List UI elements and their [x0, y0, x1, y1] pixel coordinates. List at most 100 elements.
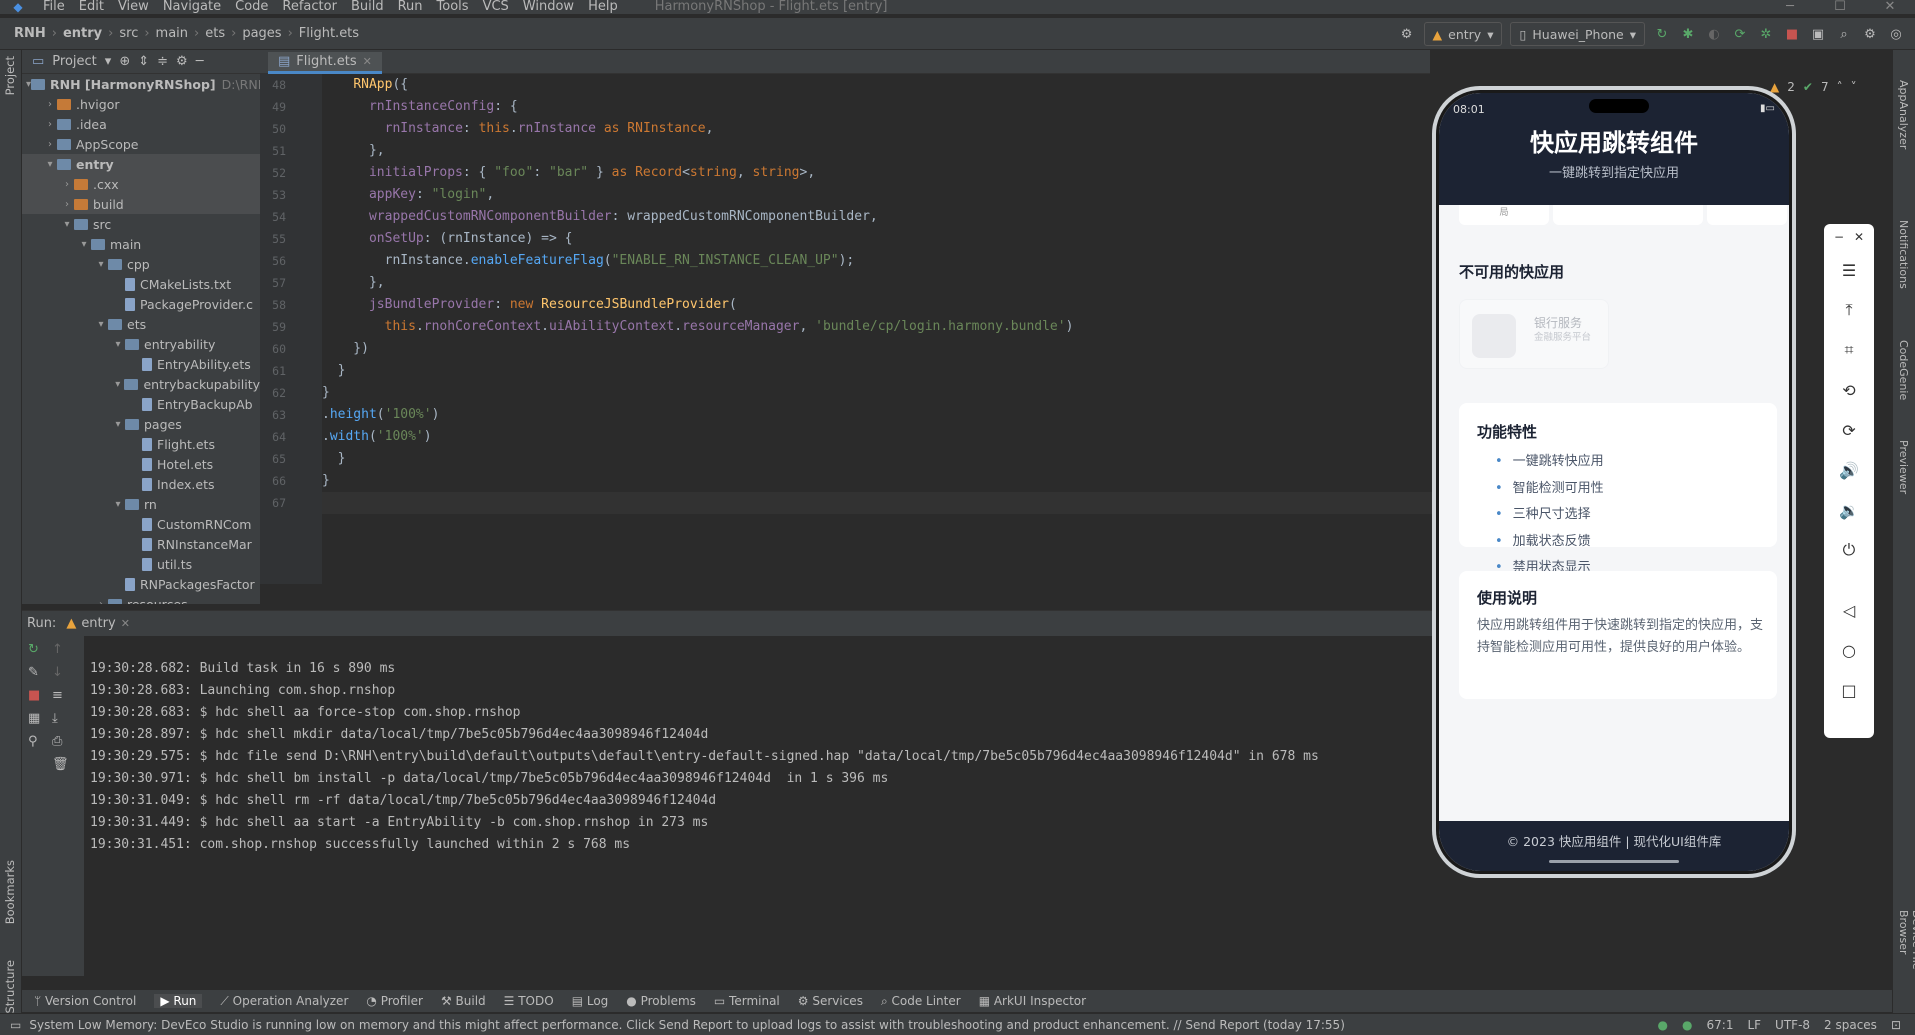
tree-item[interactable]: › resources [22, 594, 260, 604]
caret-position[interactable]: 67:1 [1707, 1018, 1734, 1032]
hide-icon[interactable]: ─ [196, 54, 204, 69]
menu-view[interactable]: View [111, 0, 156, 14]
attach-icon[interactable]: ◐ [1705, 25, 1723, 43]
soft-wrap-icon[interactable]: ≡ [52, 688, 69, 703]
project-tool-tab[interactable]: Project [3, 56, 17, 95]
tree-item[interactable]: › .hvigor [22, 94, 260, 114]
tree-item[interactable]: ▾ entrybackupability [22, 374, 260, 394]
menu-edit[interactable]: Edit [72, 0, 111, 14]
tree-item[interactable]: › .cxx [22, 174, 260, 194]
partial-card[interactable] [1553, 205, 1703, 225]
tree-item[interactable]: PackageProvider.c [22, 294, 260, 314]
expand-arrow-icon[interactable]: ▾ [77, 239, 91, 250]
layout-icon[interactable]: ▦ [28, 711, 40, 726]
close-tab-icon[interactable]: ✕ [121, 617, 130, 630]
tool-tab-problems[interactable]: ● Problems [626, 994, 696, 1008]
expand-arrow-icon[interactable]: ▾ [43, 159, 57, 170]
lock-icon[interactable]: ⊡ [1891, 1018, 1901, 1032]
breadcrumb-main[interactable]: main [152, 26, 192, 41]
tool-tab-build[interactable]: ⚒ Build [441, 994, 486, 1008]
inspection-widget[interactable]: ▲ 2 ✔ 7 ˄ ˅ [1770, 80, 1857, 94]
tree-item[interactable]: CMakeLists.txt [22, 274, 260, 294]
breadcrumb-project[interactable]: RNH [10, 26, 50, 41]
device-select[interactable]: ▯ Huawei_Phone ▾ [1510, 22, 1645, 46]
rerun-icon[interactable]: ↻ [28, 642, 40, 657]
menu-help[interactable]: Help [581, 0, 625, 14]
menu-window[interactable]: Window [516, 0, 581, 14]
tree-item[interactable]: ▾ ets [22, 314, 260, 334]
print-icon[interactable]: ⎙ [52, 734, 69, 749]
gear-icon[interactable]: ⚙ [1861, 25, 1879, 43]
tool-tab-profiler[interactable]: ◔ Profiler [366, 994, 423, 1008]
top-icon[interactable]: ⤒ [1824, 290, 1874, 330]
tree-item[interactable]: › .idea [22, 114, 260, 134]
chevron-down-icon[interactable]: ▾ [105, 54, 112, 69]
codegenie-icon[interactable]: ◎ [1887, 25, 1905, 43]
tree-item[interactable]: util.ts [22, 554, 260, 574]
stop-icon[interactable]: ■ [1783, 25, 1801, 43]
structure-tool-tab[interactable]: Structure [3, 960, 17, 1014]
tree-item[interactable]: ▾RNH [HarmonyRNShop]D:\RNH [22, 74, 260, 94]
search-icon[interactable]: ⌕ [1835, 25, 1853, 43]
tool-tab-terminal[interactable]: ▭ Terminal [714, 994, 780, 1008]
trash-icon[interactable]: 🗑 [52, 757, 69, 772]
tree-item[interactable]: ▾ entry [22, 154, 260, 174]
minimize-icon[interactable]: ─ [1765, 0, 1815, 14]
appanalyzer-tool-tab[interactable]: AppAnalyzer [1897, 80, 1910, 149]
menu-icon[interactable]: ☰ [1824, 250, 1874, 290]
tree-item[interactable]: ▾ pages [22, 414, 260, 434]
apply-changes-icon[interactable]: ⟳ [1731, 25, 1749, 43]
down-arrow-icon[interactable]: ↓ [52, 665, 69, 680]
profiler-icon[interactable]: ✲ [1757, 25, 1775, 43]
tool-tab-run[interactable]: ▶ Run [154, 994, 203, 1008]
menu-refactor[interactable]: Refactor [275, 0, 344, 14]
expand-all-icon[interactable]: ≑ [157, 54, 168, 69]
expand-arrow-icon[interactable]: › [94, 599, 108, 605]
up-arrow-icon[interactable]: ↑ [52, 642, 69, 657]
close-icon[interactable]: ✕ [1865, 0, 1915, 14]
bookmarks-tool-tab[interactable]: Bookmarks [3, 860, 17, 924]
menu-navigate[interactable]: Navigate [156, 0, 228, 14]
device-manager-icon[interactable]: ▣ [1809, 25, 1827, 43]
tool-tab-operation-analyzer[interactable]: ⟋ Operation Analyzer [220, 994, 348, 1009]
menu-file[interactable]: File [36, 0, 72, 14]
menu-tools[interactable]: Tools [430, 0, 476, 14]
expand-arrow-icon[interactable]: ▾ [94, 259, 108, 270]
power-icon[interactable]: ⏻ [1824, 530, 1874, 570]
tool-tab-log[interactable]: ▤ Log [572, 994, 609, 1008]
phone-screen[interactable]: 08:01 ▮▭ 快应用跳转组件 一键跳转到指定快应用 局 不可用的快应用 银行… [1439, 93, 1789, 871]
expand-arrow-icon[interactable]: ▾ [111, 379, 124, 390]
tree-item[interactable]: EntryBackupAb [22, 394, 260, 414]
crop-icon[interactable]: ⌗ [1824, 330, 1874, 370]
project-view-select[interactable]: Project [52, 54, 96, 69]
tree-item[interactable]: › AppScope [22, 134, 260, 154]
expand-arrow-icon[interactable]: › [43, 119, 57, 130]
recents-icon[interactable]: □ [1824, 670, 1874, 710]
file-encoding[interactable]: UTF-8 [1775, 1018, 1810, 1032]
expand-arrow-icon[interactable]: ▾ [111, 419, 125, 430]
collapse-all-icon[interactable]: ⇕ [138, 54, 149, 69]
tree-item[interactable]: ▾ main [22, 234, 260, 254]
status-indicator-icon[interactable]: ● [1658, 1018, 1668, 1032]
menu-code[interactable]: Code [228, 0, 275, 14]
settings-icon[interactable]: ⚙ [1398, 25, 1416, 43]
minimize-icon[interactable]: − [1834, 230, 1844, 244]
partial-card[interactable] [1707, 205, 1787, 225]
gear-icon[interactable]: ⚙ [176, 54, 188, 69]
line-separator[interactable]: LF [1747, 1018, 1761, 1032]
locate-icon[interactable]: ⊕ [119, 54, 130, 69]
maximize-icon[interactable]: ☐ [1815, 0, 1865, 14]
device-file-browser-tool-tab[interactable]: Device File Browser [1897, 910, 1915, 1013]
tree-item[interactable]: Flight.ets [22, 434, 260, 454]
breadcrumb-ets[interactable]: ets [201, 26, 229, 41]
tree-item[interactable]: ▾ src [22, 214, 260, 234]
home-icon[interactable]: ○ [1824, 630, 1874, 670]
volume-down-icon[interactable]: 🔉 [1824, 490, 1874, 530]
codegenie-tool-tab[interactable]: CodeGenie [1897, 340, 1910, 400]
debug-icon[interactable]: ✱ [1679, 25, 1697, 43]
tree-item[interactable]: RNPackagesFactor [22, 574, 260, 594]
menu-run[interactable]: Run [391, 0, 430, 14]
tool-tab-services[interactable]: ⚙ Services [798, 994, 863, 1008]
volume-up-icon[interactable]: 🔊 [1824, 450, 1874, 490]
breadcrumb-pages[interactable]: pages [238, 26, 285, 41]
